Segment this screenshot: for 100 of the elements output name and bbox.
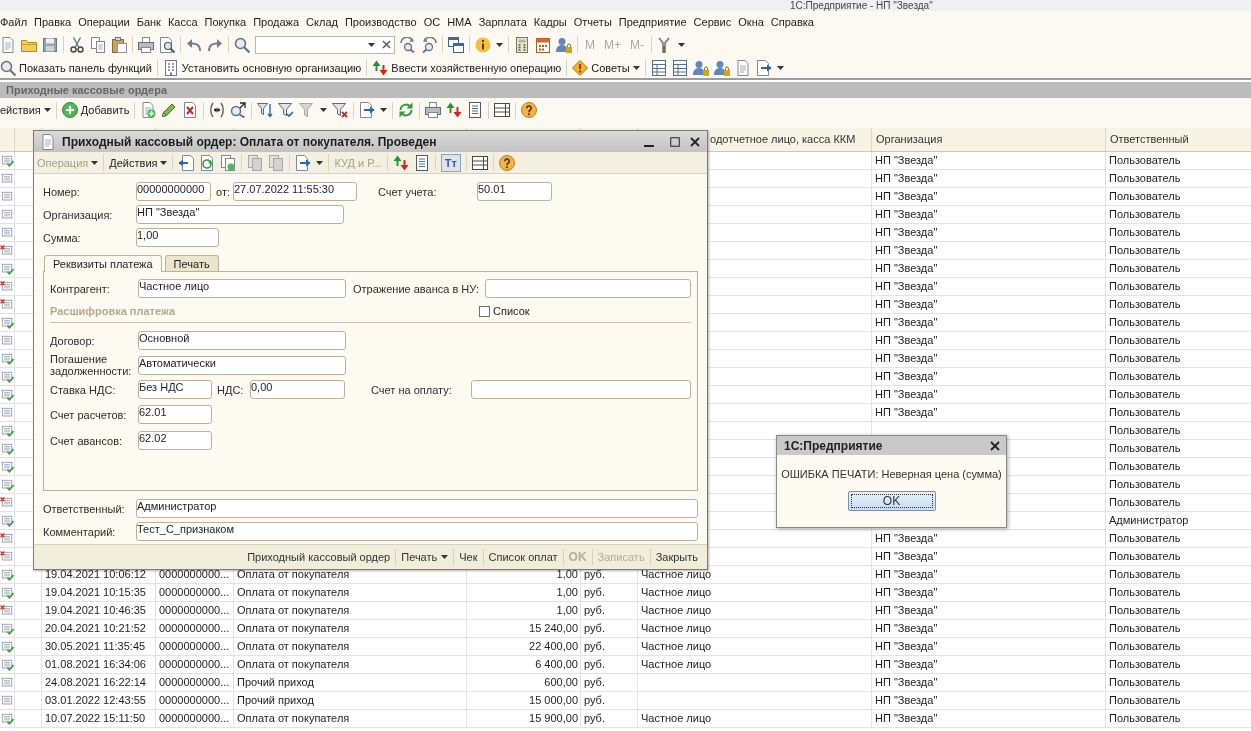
menu-item[interactable]: Отчеты: [570, 12, 616, 31]
number-field[interactable]: 00000000000: [136, 182, 211, 201]
menu-item[interactable]: Покупка: [201, 12, 251, 31]
search-forward-icon[interactable]: [400, 36, 416, 53]
account-field[interactable]: 50.01: [477, 182, 552, 201]
filter-clear-icon[interactable]: [332, 102, 349, 118]
export-icon[interactable]: [295, 154, 312, 171]
double-arrow-icon[interactable]: [209, 102, 226, 118]
menu-item[interactable]: Окна: [735, 12, 768, 31]
menu-button[interactable]: Действия: [109, 156, 168, 169]
settlement-account-field[interactable]: 62.01: [138, 405, 212, 424]
ok-button[interactable]: OK: [847, 491, 936, 511]
document-icon[interactable]: [734, 59, 751, 76]
text-format-toggle[interactable]: Тт: [440, 153, 461, 172]
menu-button[interactable]: ействия: [0, 104, 51, 116]
advance-reflection-field[interactable]: [485, 279, 691, 298]
advance-account-field[interactable]: 62.02: [138, 431, 212, 450]
tab[interactable]: Реквизиты платежа: [44, 255, 162, 272]
menu-item[interactable]: Сервис: [690, 12, 736, 31]
menu-item[interactable]: Склад: [303, 12, 342, 31]
caret-icon[interactable]: [496, 42, 503, 47]
pencil-icon[interactable]: [161, 102, 178, 118]
menu-item[interactable]: Касса: [164, 12, 202, 31]
printer-icon[interactable]: [425, 102, 442, 118]
form-button[interactable]: Печать: [395, 549, 454, 565]
refresh-icon[interactable]: [398, 102, 415, 118]
caret-icon[interactable]: [380, 108, 388, 112]
vat-field[interactable]: 0,00: [250, 380, 345, 399]
document-icon[interactable]: [0, 36, 16, 53]
close-icon[interactable]: [990, 440, 1000, 451]
search-field[interactable]: [255, 35, 395, 54]
table-icon[interactable]: [650, 59, 667, 76]
scissors-icon[interactable]: [69, 36, 85, 53]
toolbar-button[interactable]: Советы: [572, 59, 640, 76]
table-icon[interactable]: [671, 59, 688, 76]
up-down-arrows-icon[interactable]: [446, 102, 463, 118]
form-button[interactable]: Приходный кассовый ордер: [242, 549, 396, 565]
column-header[interactable]: Ответственный: [1106, 128, 1251, 151]
column-header[interactable]: одотчетное лицо, касса ККМ: [709, 128, 872, 151]
help-icon[interactable]: [521, 102, 538, 118]
user-lock-icon[interactable]: [692, 59, 709, 76]
contragent-field[interactable]: Частное лицо: [138, 279, 346, 298]
menu-item[interactable]: ОС: [420, 12, 445, 31]
menu-item[interactable]: Операции: [75, 12, 134, 31]
menu-item[interactable]: Зарплата: [475, 12, 531, 31]
caret-icon[interactable]: [316, 160, 324, 165]
form-button[interactable]: Чек: [453, 549, 483, 565]
menu-item[interactable]: Кадры: [530, 12, 571, 31]
responsible-field[interactable]: Администратор: [136, 499, 698, 518]
menu-item[interactable]: НМА: [444, 12, 476, 31]
document-arrow-icon[interactable]: [178, 154, 195, 171]
search-icon[interactable]: [230, 102, 247, 118]
calendar-icon[interactable]: [535, 36, 551, 53]
printer-icon[interactable]: [138, 36, 154, 53]
menu-item[interactable]: Файл: [0, 12, 32, 31]
filter-check-icon[interactable]: [278, 102, 295, 118]
list-settings-icon[interactable]: [494, 102, 511, 118]
info-icon[interactable]: [475, 36, 491, 53]
export-icon[interactable]: [359, 102, 376, 118]
column-header[interactable]: Организация: [872, 128, 1106, 151]
invoice-field[interactable]: [471, 380, 691, 399]
redo-icon[interactable]: [207, 36, 223, 53]
menu-item[interactable]: Правка: [31, 12, 76, 31]
user-lock-icon[interactable]: [713, 59, 730, 76]
document-icon[interactable]: [413, 154, 430, 171]
menu-item[interactable]: Продажа: [250, 12, 304, 31]
document-refresh-icon[interactable]: [199, 154, 216, 171]
checkbox-label[interactable]: Список: [493, 305, 530, 317]
calculator-icon[interactable]: [514, 36, 530, 53]
tab[interactable]: Печать: [164, 255, 219, 271]
filter-sort-icon[interactable]: [257, 102, 274, 118]
caret-icon[interactable]: [678, 42, 685, 47]
list-settings-icon[interactable]: [471, 154, 488, 171]
help-icon[interactable]: [498, 154, 515, 171]
menu-item[interactable]: Предприятие: [615, 12, 691, 31]
up-down-arrows-icon[interactable]: [392, 154, 409, 171]
maximize-icon[interactable]: [670, 136, 680, 147]
user-lock-icon[interactable]: [556, 36, 572, 53]
caret-icon[interactable]: [776, 65, 784, 70]
toolbar-button[interactable]: Ввести хозяйственную операцию: [372, 59, 562, 76]
vat-rate-field[interactable]: Без НДС: [138, 380, 212, 399]
date-field[interactable]: 27.07.2022 11:55:30: [233, 182, 357, 201]
repayment-field[interactable]: Автоматически: [138, 355, 346, 375]
contract-field[interactable]: Основной: [138, 331, 346, 350]
form-button[interactable]: Закрыть: [649, 549, 703, 565]
delete-document-icon[interactable]: [182, 102, 199, 118]
add-button[interactable]: Добавить: [61, 102, 130, 118]
search-back-icon[interactable]: [421, 36, 437, 53]
document-icon[interactable]: [467, 102, 484, 118]
close-icon[interactable]: [690, 136, 700, 147]
copy-icon[interactable]: [90, 36, 106, 53]
checkbox[interactable]: [479, 305, 490, 317]
print-preview-icon[interactable]: [159, 36, 175, 53]
clipboard-icon[interactable]: [111, 36, 127, 53]
amount-field[interactable]: 1,00: [136, 228, 219, 247]
toolbar-button[interactable]: Установить основную организацию: [162, 59, 362, 76]
undo-icon[interactable]: [186, 36, 202, 53]
organization-field[interactable]: НП "Звезда": [136, 205, 344, 224]
add-document-icon[interactable]: [140, 102, 157, 118]
menu-item[interactable]: Производство: [341, 12, 421, 31]
